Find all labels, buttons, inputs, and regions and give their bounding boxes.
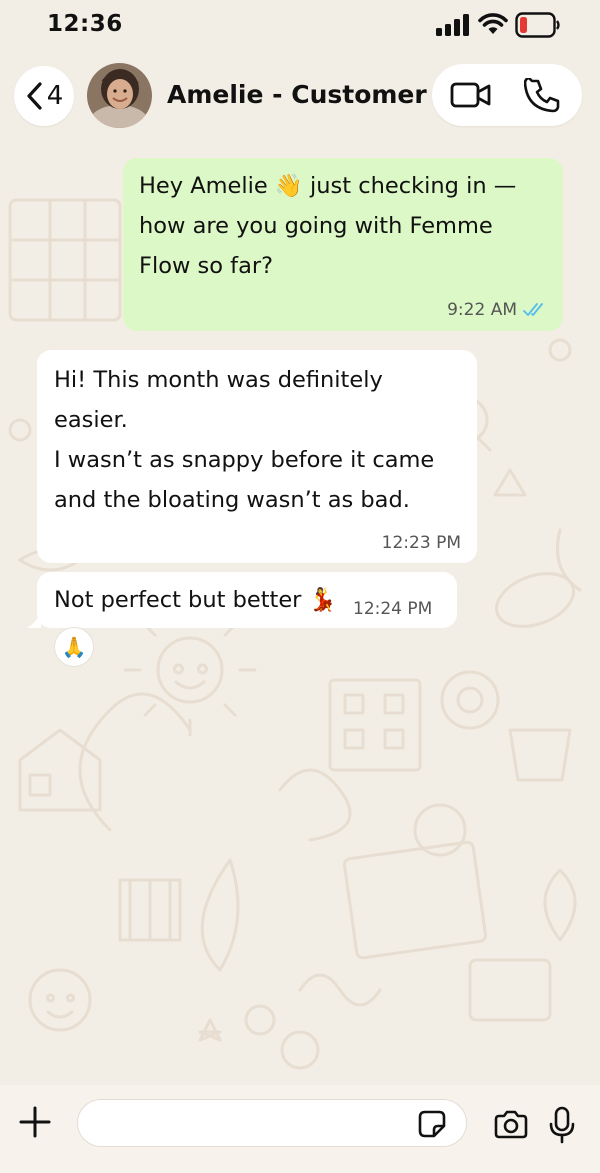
message-text: Hey Amelie 👋 just checking in — how are … (139, 166, 549, 286)
message-time: 12:23 PM (381, 533, 461, 553)
message-line: Flow so far? (139, 253, 274, 279)
battery-low-icon (515, 12, 560, 38)
message-line: I wasn’t as snappy before it came (54, 447, 435, 473)
message-line: and the bloating wasn’t as bad. (54, 487, 410, 513)
video-camera-icon[interactable] (450, 80, 492, 110)
phone-icon[interactable] (524, 78, 560, 114)
status-bar: 12:36 (0, 0, 600, 52)
unread-count: 4 (46, 81, 64, 111)
wifi-icon (478, 13, 508, 34)
message-line: easier. (54, 407, 128, 433)
message-reaction[interactable]: 🙏 (54, 627, 94, 667)
call-actions (432, 64, 582, 126)
message-time: 12:24 PM (353, 599, 433, 619)
cellular-signal-icon (436, 14, 469, 36)
message-incoming[interactable]: Hi! This month was definitely easier. I … (37, 350, 477, 563)
message-text: Not perfect but better 💃 (54, 587, 337, 613)
composer-bar (0, 1085, 600, 1173)
message-line: how are you going with Femme (139, 213, 493, 239)
message-text: Hi! This month was definitely easier. I … (54, 360, 464, 520)
chevron-left-icon (27, 82, 42, 110)
contact-name[interactable]: Amelie - Customer (167, 80, 427, 109)
message-incoming[interactable]: Not perfect but better 💃 12:24 PM (37, 572, 457, 628)
plus-icon[interactable] (18, 1105, 52, 1139)
message-time: 9:22 AM (447, 300, 517, 320)
microphone-icon[interactable] (549, 1106, 575, 1144)
sticker-icon[interactable] (417, 1109, 447, 1139)
read-receipt-icon (523, 303, 543, 316)
message-outgoing[interactable]: Hey Amelie 👋 just checking in — how are … (123, 158, 563, 331)
message-line: Hi! This month was definitely (54, 367, 383, 393)
message-input[interactable] (77, 1099, 467, 1147)
avatar[interactable] (87, 63, 152, 128)
message-meta: 9:22 AM (447, 298, 547, 322)
status-time: 12:36 (47, 11, 123, 37)
message-line: Hey Amelie 👋 just checking in — (139, 173, 517, 199)
back-button[interactable]: 4 (14, 66, 74, 126)
camera-icon[interactable] (493, 1110, 529, 1140)
avatar-image (87, 63, 152, 128)
